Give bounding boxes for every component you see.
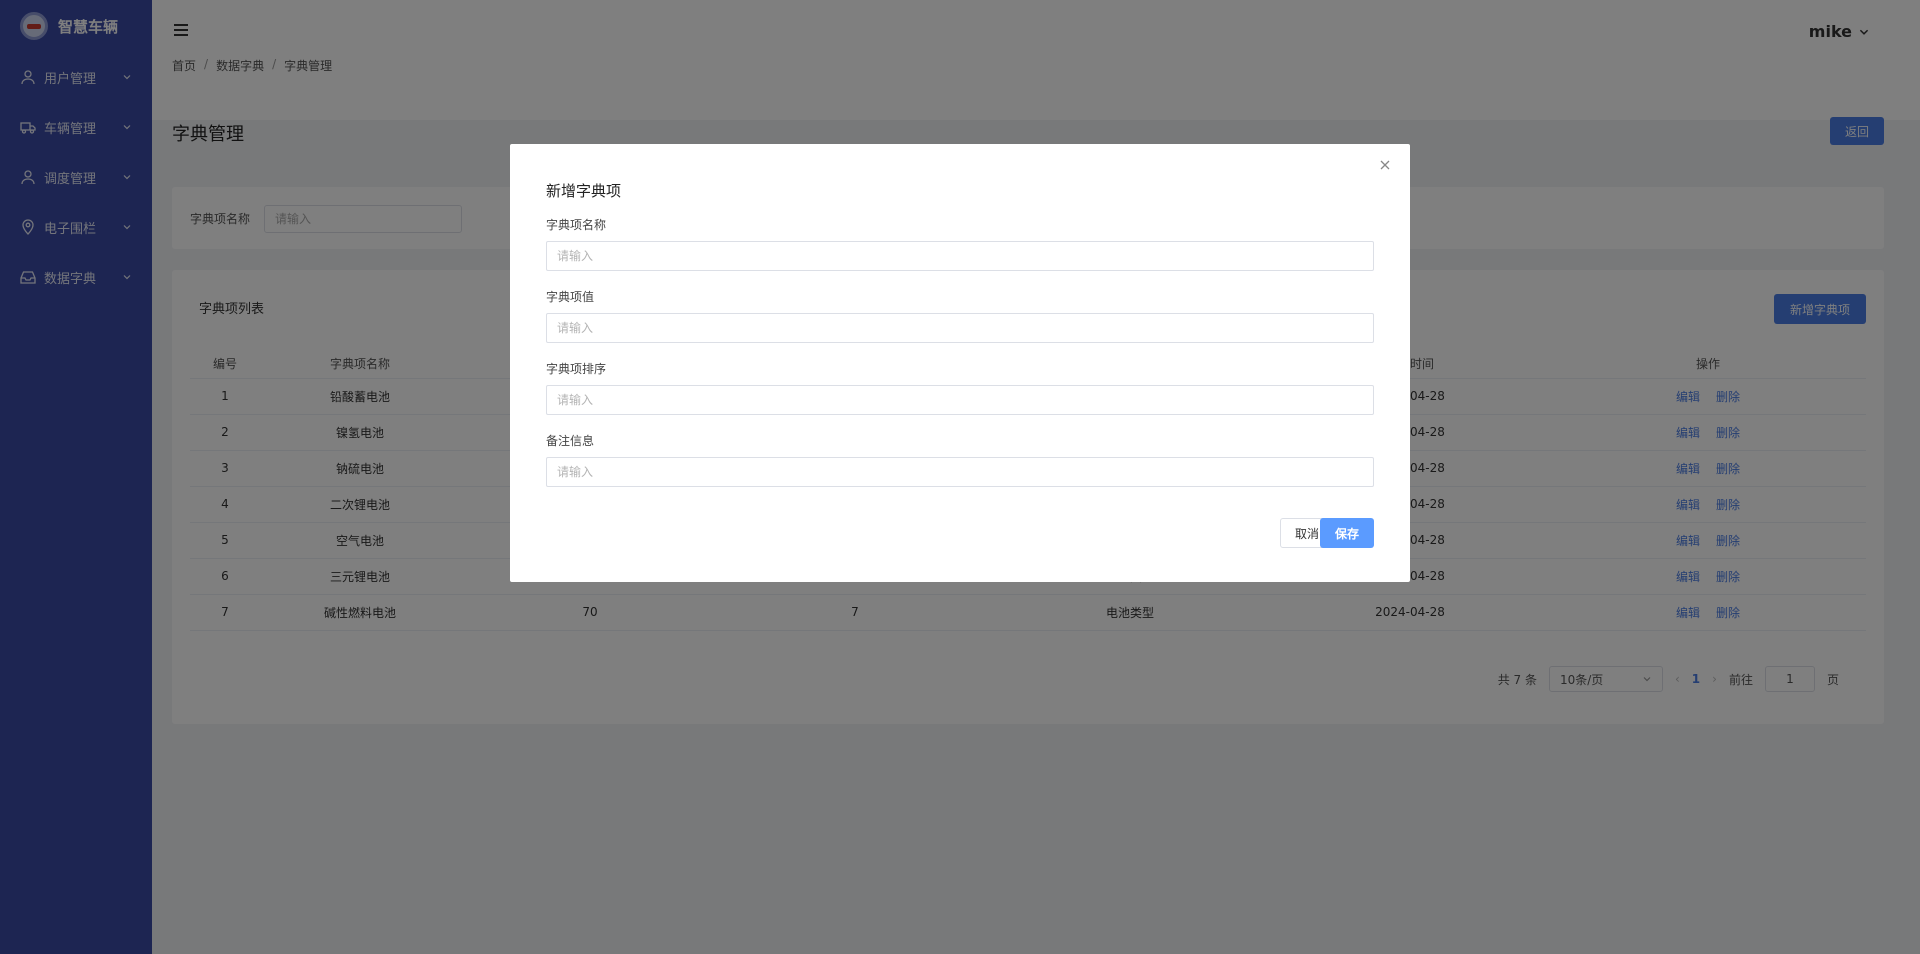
close-icon[interactable] [1378,158,1392,172]
add-item-dialog: 新增字典项 字典项名称 字典项值 字典项排序 备注信息 取消 保存 [510,144,1410,582]
field-label: 字典项名称 [546,218,607,232]
save-button[interactable]: 保存 [1320,518,1374,548]
item-sort-input[interactable] [546,385,1374,415]
item-value-input[interactable] [546,313,1374,343]
form-field-sort: 字典项排序 [546,360,1374,415]
field-label: 备注信息 [546,434,595,448]
form-field-remark: 备注信息 [546,432,1374,487]
form-field-value: 字典项值 [546,288,1374,343]
dialog-title: 新增字典项 [546,182,622,200]
item-name-input[interactable] [546,241,1374,271]
remark-input[interactable] [546,457,1374,487]
field-label: 字典项值 [546,290,595,304]
form-field-name: 字典项名称 [546,216,1374,271]
field-label: 字典项排序 [546,362,607,376]
